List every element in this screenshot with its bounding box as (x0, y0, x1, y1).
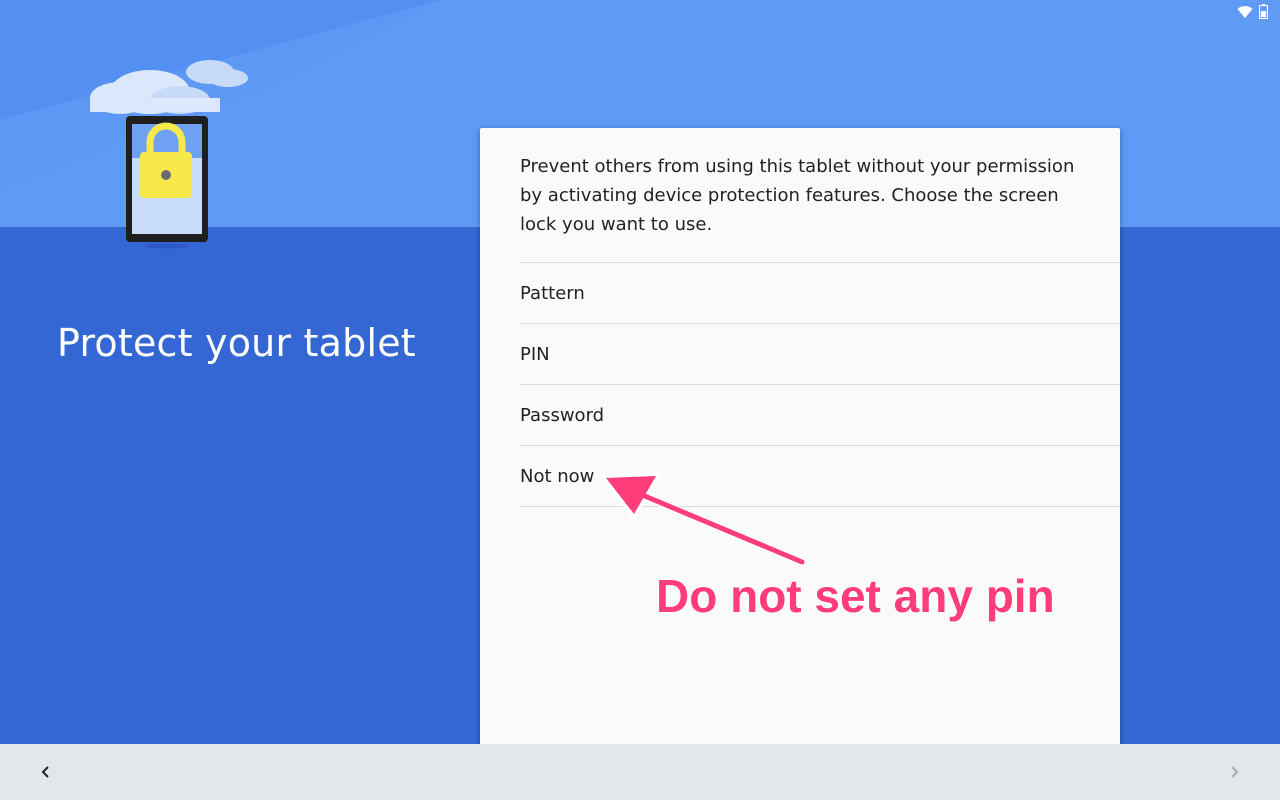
option-label: Pattern (520, 282, 585, 304)
option-pattern[interactable]: Pattern (520, 263, 1120, 324)
battery-icon (1258, 4, 1269, 23)
wifi-icon (1237, 4, 1253, 23)
option-pin[interactable]: PIN (520, 324, 1120, 385)
back-button[interactable] (32, 758, 60, 786)
navigation-bar (0, 744, 1280, 800)
lock-illustration (80, 50, 260, 260)
option-label: Password (520, 404, 605, 426)
next-button[interactable] (1220, 758, 1248, 786)
option-label: Not now (520, 465, 595, 487)
screen-lock-card: Prevent others from using this tablet wi… (480, 128, 1120, 744)
card-description: Prevent others from using this tablet wi… (520, 156, 1075, 235)
option-password[interactable]: Password (520, 385, 1120, 446)
setup-screen: Protect your tablet Prevent others from … (0, 0, 1280, 800)
status-bar (1237, 4, 1269, 23)
option-label: PIN (520, 343, 550, 365)
cloud-icon (90, 60, 248, 114)
chevron-right-icon (1231, 766, 1239, 778)
screen-lock-options: Pattern PIN Password Not now (520, 262, 1120, 507)
option-not-now[interactable]: Not now (520, 446, 1120, 507)
annotation-text: Do not set any pin (656, 570, 1055, 622)
chevron-left-icon (41, 766, 49, 778)
page-title: Protect your tablet (57, 321, 416, 365)
